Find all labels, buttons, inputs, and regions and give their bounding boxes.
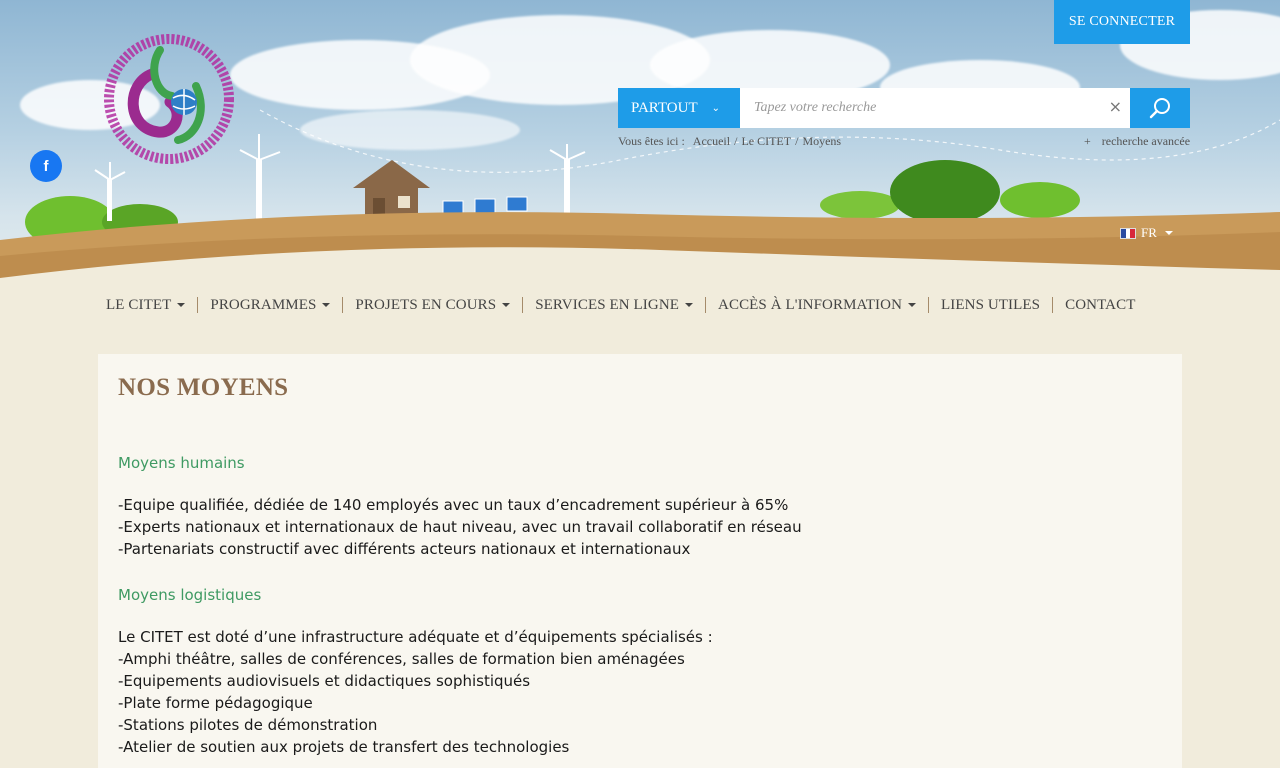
text-line: Le CITET est doté d’une infrastructure a… [118,628,713,646]
nav-item-label: LE CITET [106,296,172,313]
text-line: -Experts nationaux et internationaux de … [118,518,802,536]
caret-down-icon [1164,231,1173,235]
nav-item-label: SERVICES EN LIGNE [535,296,680,313]
nav-item-label: LIENS UTILES [941,296,1041,313]
page-title: NOS MOYENS [118,374,289,401]
text-line: -Plate forme pédagogique [118,694,313,712]
nav-item-programmes[interactable]: PROGRAMMES [198,297,342,314]
breadcrumb-item-le-citet[interactable]: Le CITET [741,134,791,149]
language-code: FR [1141,225,1157,240]
search-scope-label: PARTOUT [631,99,698,116]
search-input[interactable] [740,88,1130,128]
section-moyens-logistiques: Moyens logistiques Le CITET est doté d’u… [118,586,713,758]
caret-down-icon [177,303,186,307]
content-panel: NOS MOYENS Moyens humains -Equipe qualif… [98,354,1182,768]
breadcrumb-separator: / [734,134,738,148]
section-body: Le CITET est doté d’une infrastructure a… [118,626,713,758]
breadcrumb-item-moyens: Moyens [802,134,842,148]
breadcrumb-item-accueil[interactable]: Accueil [693,134,730,149]
nav-item-projets-en-cours[interactable]: PROJETS EN COURS [343,297,522,314]
search-button[interactable] [1130,88,1190,128]
breadcrumb-prefix: Vous êtes ici : [618,134,685,148]
site-header: f SE CONNECTER PARTOUT ⌄ × Vous êtes ici… [0,0,1280,290]
nav-item-acces-information[interactable]: ACCÈS À L'INFORMATION [706,297,928,314]
nav-item-label: PROGRAMMES [210,296,317,313]
text-line: -Partenariats constructif avec différent… [118,540,691,558]
nav-item-liens-utiles[interactable]: LIENS UTILES [929,297,1052,314]
text-line: -Amphi théâtre, salles de conférences, s… [118,650,685,668]
search-scope-dropdown[interactable]: PARTOUT ⌄ [618,88,740,128]
chevron-down-icon: ⌄ [711,102,721,114]
caret-down-icon [322,303,331,307]
nav-item-label: PROJETS EN COURS [355,296,497,313]
caret-down-icon [908,303,917,307]
advanced-search-link[interactable]: + recherche avancée [1084,134,1190,149]
nav-item-label: CONTACT [1065,296,1136,313]
clear-icon[interactable]: × [1109,99,1122,115]
facebook-icon: f [43,157,49,175]
breadcrumb: Vous êtes ici : Accueil / Le CITET / Moy… [618,134,841,149]
search-input-wrapper: × [740,88,1130,128]
advanced-search-label: recherche avancée [1101,134,1191,148]
section-moyens-humains: Moyens humains -Equipe qualifiée, dédiée… [118,454,802,560]
nav-item-label: ACCÈS À L'INFORMATION [718,296,903,313]
caret-down-icon [502,303,511,307]
citet-logo [104,34,234,164]
breadcrumb-separator: / [795,134,799,148]
facebook-button[interactable]: f [30,150,62,182]
caret-down-icon [685,303,694,307]
language-selector[interactable]: FR [1120,225,1173,241]
text-line: -Atelier de soutien aux projets de trans… [118,738,570,756]
nav-item-services-en-ligne[interactable]: SERVICES EN LIGNE [523,297,705,314]
plus-icon: + [1084,134,1091,148]
section-heading: Moyens logistiques [118,586,262,604]
text-line: -Stations pilotes de démonstration [118,716,378,734]
search-icon [1149,98,1170,119]
nav-item-contact[interactable]: CONTACT [1053,297,1147,314]
nav-item-le-citet[interactable]: LE CITET [94,297,197,314]
section-body: -Equipe qualifiée, dédiée de 140 employé… [118,494,802,560]
text-line: -Equipe qualifiée, dédiée de 140 employé… [118,496,789,514]
search-bar: PARTOUT ⌄ × [618,88,1190,128]
french-flag-icon [1120,227,1136,239]
section-heading: Moyens humains [118,454,245,472]
text-line: -Equipements audiovisuels et didactiques… [118,672,531,690]
main-navigation: LE CITET PROGRAMMES PROJETS EN COURS SER… [94,294,1147,316]
login-button[interactable]: SE CONNECTER [1054,0,1190,44]
